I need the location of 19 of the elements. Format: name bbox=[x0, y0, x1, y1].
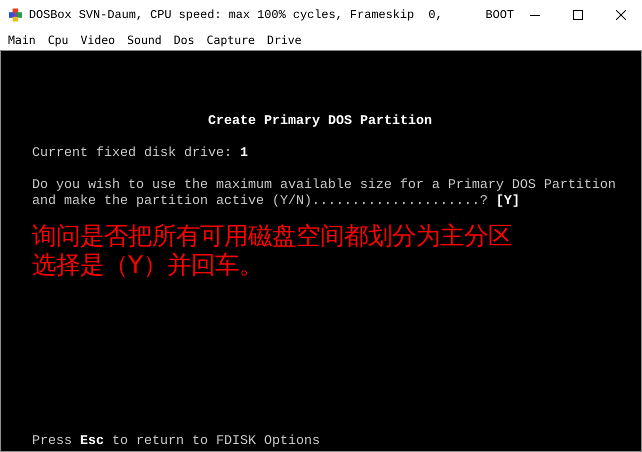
window-title: DOSBox SVN-Daum, CPU speed: max 100% cycles, Frameskip 0, BOOT bbox=[28, 8, 514, 22]
question-line: Do you wish to use the maximum available size for a Primary DOS Partition bbox=[32, 178, 617, 194]
menu-item[interactable]: Cpu bbox=[42, 33, 74, 47]
drive-line: Current fixed disk drive: 1 bbox=[32, 146, 249, 162]
menu-item[interactable]: Capture bbox=[200, 33, 261, 47]
app-icon bbox=[8, 7, 23, 23]
footer-hint: Press Esc to return to FDISK Options bbox=[32, 434, 321, 450]
answer-field[interactable]: [Y] bbox=[496, 194, 520, 210]
menu-item[interactable]: Video bbox=[74, 33, 122, 47]
screen-heading: Create Primary DOS Partition bbox=[208, 114, 432, 130]
annotation-line: 选择是（Y）并回车。 bbox=[32, 250, 263, 279]
annotation-line: 询问是否把所有可用磁盘空间都划分为主分区 bbox=[32, 221, 512, 250]
menu-item[interactable]: Main bbox=[2, 33, 42, 47]
close-icon bbox=[616, 10, 626, 20]
menu-item[interactable]: Sound bbox=[121, 33, 168, 47]
maximize-icon bbox=[573, 10, 584, 20]
question-line: and make the partition active (Y/N).....................? bbox=[32, 194, 488, 210]
menu-item[interactable]: Dos bbox=[168, 33, 201, 47]
menu-item[interactable]: Drive bbox=[260, 33, 308, 47]
